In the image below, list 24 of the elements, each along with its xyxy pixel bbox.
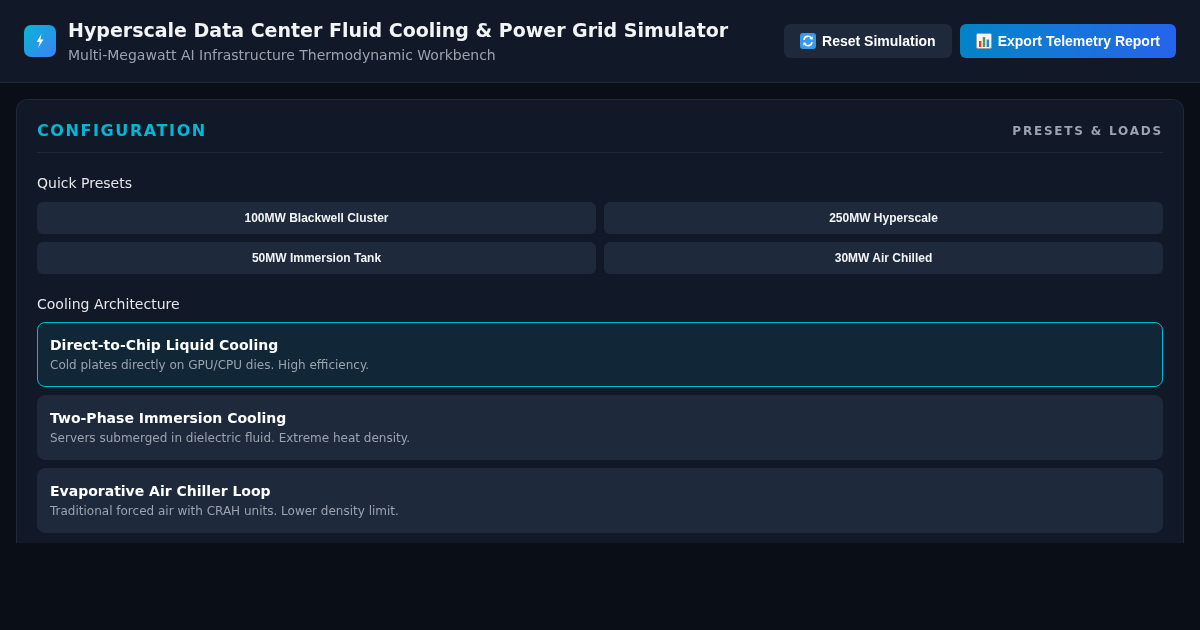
option-description: Traditional forced air with CRAH units. Lower density limit.: [50, 503, 400, 519]
app-subtitle: Multi-Megawatt AI Infrastructure Thermodynamic Workbench: [68, 46, 497, 65]
bar-chart-icon: [975, 33, 992, 49]
cooling-option-card[interactable]: Evaporative Air Chiller Loop Traditional forced air with CRAH units. Lower density limit.: [37, 468, 1163, 533]
reset-button[interactable]: Reset Simulation: [784, 24, 952, 58]
section-label: Quick Presets: [37, 174, 133, 193]
option-description: Servers submerged in dielectric fluid. Extreme heat density.: [50, 430, 411, 446]
export-report-button[interactable]: Export Telemetry Report: [959, 24, 1176, 58]
option-title: Evaporative Air Chiller Loop: [50, 482, 272, 501]
panel-title: CONFIGURATION: [37, 120, 207, 142]
preset-button[interactable]: 250MW Hyperscale: [604, 202, 1163, 234]
option-description: Cold plates directly on GPU/CPU dies. High efficiency.: [50, 357, 371, 373]
cooling-option-card[interactable]: Direct-to-Chip Liquid Cooling Cold plates directly on GPU/CPU dies. High efficiency.: [37, 322, 1163, 387]
lightning-bolt-icon: [24, 25, 56, 57]
preset-button[interactable]: 30MW Air Chilled: [604, 242, 1163, 274]
option-title: Direct-to-Chip Liquid Cooling: [50, 336, 280, 355]
preset-button[interactable]: 50MW Immersion Tank: [37, 242, 596, 274]
section-label: Cooling Architecture: [37, 295, 181, 314]
panel-tag: PRESETS & LOADS: [1012, 123, 1163, 139]
preset-button[interactable]: 100MW Blackwell Cluster: [37, 202, 596, 234]
app-title: Hyperscale Data Center Fluid Cooling & Power Grid Simulator: [68, 18, 729, 43]
option-title: Two-Phase Immersion Cooling: [50, 409, 288, 428]
refresh-icon: [800, 33, 817, 49]
cooling-option-card[interactable]: Two-Phase Immersion Cooling Servers submerged in dielectric fluid. Extreme heat density.: [37, 395, 1163, 460]
